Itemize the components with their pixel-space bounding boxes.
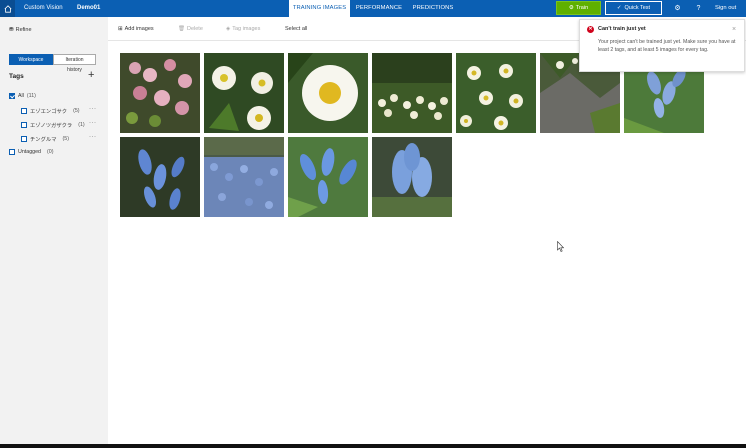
tag-item[interactable]: チングルマ (5) (21, 135, 69, 143)
gear-icon[interactable]: ⚙ (673, 4, 682, 13)
sidebar: ⛃ Refine Workspace Iteration history Tag… (0, 17, 108, 444)
image-add-icon: ⊞ (118, 26, 123, 32)
select-all-button[interactable]: Select all (285, 26, 307, 32)
workspace-toggle[interactable]: Workspace (9, 54, 53, 65)
tag-label: エゾエンゴサク (30, 109, 68, 115)
tags-heading: Tags (9, 73, 24, 80)
image-thumbnail[interactable] (456, 53, 536, 133)
top-navigation-bar: Custom Vision Demo01 TRAINING IMAGES PER… (0, 0, 746, 17)
checkbox[interactable] (21, 108, 27, 114)
tab-predictions[interactable]: PREDICTIONS (410, 0, 456, 17)
brand-link[interactable]: Custom Vision (24, 5, 63, 11)
help-icon[interactable]: ? (694, 4, 703, 13)
blue-corydalis-cluster-image (372, 137, 452, 217)
check-icon: ✓ (616, 5, 622, 11)
blue-corydalis-leaves-image (288, 137, 368, 217)
delete-button[interactable]: 🗑 Delete (178, 26, 203, 32)
tag-label: エゾノツガザクラ (30, 123, 73, 129)
home-button[interactable] (0, 0, 15, 17)
add-images-button[interactable]: ⊞ Add images (118, 26, 154, 32)
tag-item-untagged[interactable]: Untagged (0) (9, 149, 53, 155)
tag-count: (1) (78, 122, 85, 128)
quick-test-button[interactable]: ✓ Quick Test (605, 1, 662, 15)
delete-label: Delete (186, 26, 203, 32)
blue-corydalis-carpet-image (204, 137, 284, 217)
filter-icon: ⛃ (9, 27, 14, 33)
image-thumbnail[interactable] (288, 137, 368, 217)
gears-icon: ⚙ (568, 5, 574, 11)
error-icon: ✕ (587, 26, 594, 33)
add-images-label: Add images (124, 26, 154, 32)
image-thumbnail[interactable] (204, 137, 284, 217)
image-thumbnail[interactable] (120, 137, 200, 217)
error-notification: ✕ Can't train just yet × Your project ca… (579, 19, 745, 72)
train-button[interactable]: ⚙ Train (556, 1, 601, 15)
image-thumbnail[interactable] (372, 137, 452, 217)
tag-item[interactable]: エゾエンゴサク (5) (21, 107, 80, 115)
tag-images-button[interactable]: ◈ Tag images (226, 26, 260, 32)
home-icon (4, 4, 11, 13)
tag-images-label: Tag images (232, 26, 261, 32)
checkbox[interactable] (21, 122, 27, 128)
view-toggle: Workspace Iteration history (9, 54, 96, 73)
white-avens-cluster-image (456, 53, 536, 133)
select-all-label: Select all (285, 26, 308, 32)
iteration-history-toggle[interactable]: Iteration history (53, 54, 96, 73)
more-options-icon[interactable]: ··· (89, 134, 97, 140)
more-options-icon[interactable]: ··· (89, 120, 97, 126)
sign-out-link[interactable]: Sign out (715, 5, 736, 11)
image-thumbnail[interactable] (288, 53, 368, 133)
blue-corydalis-dark-image (120, 137, 200, 217)
small-white-flowers-image (372, 53, 452, 133)
tag-label: Untagged (18, 149, 41, 155)
tag-label: All (18, 93, 24, 99)
tag-count: (11) (26, 93, 36, 99)
white-flowers-image (204, 53, 284, 133)
tab-training-images[interactable]: TRAINING IMAGES (289, 0, 350, 17)
tag-item-all[interactable]: All (11) (9, 93, 36, 99)
tag-item[interactable]: エゾノツガザクラ (1) (21, 121, 85, 129)
checkbox[interactable] (21, 136, 27, 142)
mouse-cursor-icon (557, 241, 564, 252)
notification-title: Can't train just yet (598, 26, 646, 32)
add-tag-icon[interactable]: + (88, 70, 94, 81)
pink-flowers-image (120, 53, 200, 133)
more-options-icon[interactable]: ··· (89, 106, 97, 112)
tag-icon: ◈ (226, 26, 231, 32)
tag-count: (0) (46, 149, 54, 155)
trash-icon: 🗑 (178, 26, 185, 32)
quick-test-label: Quick Test (624, 5, 651, 11)
tab-performance[interactable]: PERFORMANCE (354, 0, 404, 17)
image-thumbnail[interactable] (204, 53, 284, 133)
close-icon[interactable]: × (732, 26, 736, 33)
image-thumbnail[interactable] (372, 53, 452, 133)
tag-label: チングルマ (30, 137, 57, 143)
refine-label: Refine (15, 27, 32, 33)
checkbox[interactable] (9, 93, 15, 99)
taskbar-strip (0, 444, 746, 448)
project-name[interactable]: Demo01 (77, 5, 100, 11)
refine-button[interactable]: ⛃ Refine (9, 27, 32, 33)
train-button-label: Train (575, 5, 589, 11)
image-thumbnail[interactable] (120, 53, 200, 133)
white-flower-closeup-image (288, 53, 368, 133)
tag-count: (5) (62, 136, 69, 142)
notification-body: Your project can't be trained just yet. … (598, 39, 736, 53)
tag-count: (5) (73, 108, 80, 114)
checkbox[interactable] (9, 149, 15, 155)
